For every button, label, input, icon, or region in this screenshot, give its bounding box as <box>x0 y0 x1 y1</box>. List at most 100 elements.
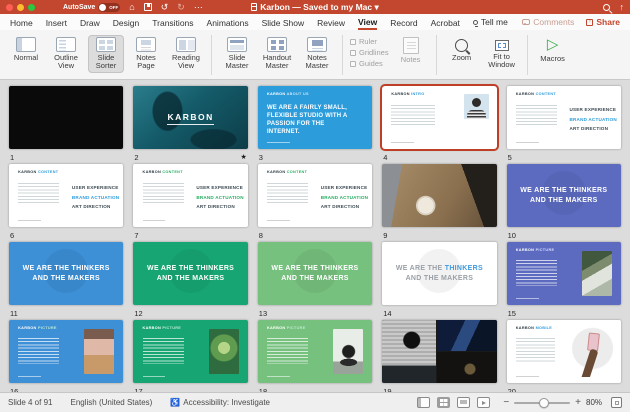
slide-6-canvas[interactable]: KARBON CONTENT USER EXPERIENCE BRAND ACT… <box>9 164 123 227</box>
close-window-button[interactable] <box>6 4 13 11</box>
slide-footer-line <box>516 376 539 377</box>
room-interior-photo <box>84 329 114 374</box>
ruler-checkbox[interactable]: Ruler <box>350 37 389 46</box>
tab-review[interactable]: Review <box>317 16 345 29</box>
reading-view-button[interactable]: Reading View <box>168 35 204 73</box>
slide-14-canvas[interactable]: WE ARE THE THINKERS AND THE MAKERS <box>382 242 496 305</box>
slide-thumbnail-11[interactable]: WE ARE THE THINKERS AND THE MAKERS 11 <box>9 242 123 318</box>
slide-8-canvas[interactable]: KARBON CONTENT USER EXPERIENCE BRAND ACT… <box>258 164 372 227</box>
slide-thumbnail-20[interactable]: KARBON MOBILE 20 <box>507 320 621 396</box>
slide-sorter-button[interactable]: Slide Sorter <box>88 35 124 73</box>
tab-record[interactable]: Record <box>390 16 417 29</box>
slide-2-canvas[interactable]: KARBON <box>133 86 247 149</box>
slide-header-topic: CONTENT <box>162 170 182 174</box>
slide-sorter-view-icon[interactable] <box>437 397 450 408</box>
comments-button[interactable]: Comments <box>522 17 574 27</box>
slide-thumbnail-13[interactable]: WE ARE THE THINKERS AND THE MAKERS 13 <box>258 242 372 318</box>
save-icon[interactable] <box>144 3 152 11</box>
slide-thumbnail-17[interactable]: KARBON PICTURE 17 <box>133 320 247 396</box>
slide-thumbnail-5[interactable]: KARBON CONTENT USER EXPERIENCE BRAND ACT… <box>507 86 621 162</box>
zoom-slider[interactable] <box>514 402 570 404</box>
language-button[interactable]: English (United States) <box>70 398 152 407</box>
slide-thumbnail-2[interactable]: KARBON 2 ★ <box>133 86 247 162</box>
zoom-slider-thumb[interactable] <box>539 398 549 408</box>
quote-text: WE ARE THE THINKERS AND THE MAKERS <box>145 264 237 282</box>
slide-18-canvas[interactable]: KARBON PICTURE <box>258 320 372 383</box>
slide-13-canvas[interactable]: WE ARE THE THINKERS AND THE MAKERS <box>258 242 372 305</box>
macros-button[interactable]: ▷ Macros <box>535 35 571 65</box>
slide-thumbnail-9[interactable]: 9 <box>382 164 496 240</box>
slide-thumbnail-18[interactable]: KARBON PICTURE 18 <box>258 320 372 396</box>
home-icon[interactable]: ⌂ <box>129 3 134 12</box>
slide-thumbnail-15[interactable]: KARBON PICTURE 15 <box>507 242 621 318</box>
search-icon[interactable] <box>603 4 610 11</box>
fit-to-window-button[interactable]: Fit to Window <box>484 35 520 72</box>
zoom-out-button[interactable]: − <box>503 398 509 408</box>
normal-view-button[interactable]: Normal <box>8 35 44 64</box>
tab-draw[interactable]: Draw <box>80 16 100 29</box>
slide-thumbnail-10[interactable]: WE ARE THE THINKERS AND THE MAKERS 10 <box>507 164 621 240</box>
outline-view-button[interactable]: Outline View <box>48 35 84 73</box>
tab-animations[interactable]: Animations <box>207 16 249 29</box>
slide-4-canvas[interactable]: KARBON INTRO <box>382 86 496 149</box>
autosave-state: OFF <box>109 5 118 10</box>
slide-7-canvas[interactable]: KARBON CONTENT USER EXPERIENCE BRAND ACT… <box>133 164 247 227</box>
slide-thumbnail-3[interactable]: KARBON ABOUT US WE ARE A FAIRLY SMALL, F… <box>258 86 372 162</box>
tab-transitions[interactable]: Transitions <box>152 16 193 29</box>
slide-thumbnail-6[interactable]: KARBON CONTENT USER EXPERIENCE BRAND ACT… <box>9 164 123 240</box>
slide-thumbnail-4[interactable]: KARBON INTRO 4 <box>382 86 496 162</box>
notes-master-button[interactable]: Notes Master <box>299 35 335 73</box>
slide-19-canvas[interactable] <box>382 320 496 383</box>
slide-9-canvas[interactable] <box>382 164 496 227</box>
slide-15-canvas[interactable]: KARBON PICTURE <box>507 242 621 305</box>
notes-page-button[interactable]: Notes Page <box>128 35 164 73</box>
tab-view[interactable]: View <box>358 15 377 30</box>
tell-me-button[interactable]: Tell me <box>473 17 508 27</box>
slide-3-canvas[interactable]: KARBON ABOUT US WE ARE A FAIRLY SMALL, F… <box>258 86 372 149</box>
fullscreen-window-button[interactable] <box>28 4 35 11</box>
slideshow-view-icon[interactable] <box>477 397 490 408</box>
slide-thumbnail-1[interactable]: 1 <box>9 86 123 162</box>
slide-thumbnail-16[interactable]: KARBON PICTURE 16 <box>9 320 123 396</box>
undo-icon[interactable]: ↺ <box>161 3 169 12</box>
share-icon[interactable]: ↑ <box>620 3 625 12</box>
autosave-switch[interactable]: OFF <box>98 3 120 12</box>
slide-thumbnail-12[interactable]: WE ARE THE THINKERS AND THE MAKERS 12 <box>133 242 247 318</box>
redo-icon[interactable]: ↻ <box>177 3 185 12</box>
reading-view-icon[interactable] <box>457 397 470 408</box>
slide-thumbnail-19[interactable]: 19 <box>382 320 496 396</box>
slide-1-canvas[interactable] <box>9 86 123 149</box>
slide-thumbnail-8[interactable]: KARBON CONTENT USER EXPERIENCE BRAND ACT… <box>258 164 372 240</box>
dark-cat-photo <box>437 352 497 383</box>
slide-thumbnail-14[interactable]: WE ARE THE THINKERS AND THE MAKERS 14 <box>382 242 496 318</box>
normal-view-icon[interactable] <box>417 397 430 408</box>
handout-master-button[interactable]: Handout Master <box>259 35 295 73</box>
tab-slide-show[interactable]: Slide Show <box>262 16 305 29</box>
autosave-toggle[interactable]: AutoSave OFF <box>63 3 120 12</box>
accessibility-button[interactable]: ♿ Accessibility: Investigate <box>170 398 270 407</box>
guides-checkbox[interactable]: Guides <box>350 59 389 68</box>
zoom-in-button[interactable]: + <box>575 398 581 408</box>
slide-16-canvas[interactable]: KARBON PICTURE <box>9 320 123 383</box>
notes-button[interactable]: Notes <box>393 35 429 66</box>
slide-12-canvas[interactable]: WE ARE THE THINKERS AND THE MAKERS <box>133 242 247 305</box>
minimize-window-button[interactable] <box>17 4 24 11</box>
tab-insert[interactable]: Insert <box>46 16 67 29</box>
tab-acrobat[interactable]: Acrobat <box>431 16 460 29</box>
more-commands-icon[interactable]: ⋯ <box>194 3 203 12</box>
slide-5-canvas[interactable]: KARBON CONTENT USER EXPERIENCE BRAND ACT… <box>507 86 621 149</box>
tab-home[interactable]: Home <box>10 16 33 29</box>
slide-thumbnail-7[interactable]: KARBON CONTENT USER EXPERIENCE BRAND ACT… <box>133 164 247 240</box>
slide-20-canvas[interactable]: KARBON MOBILE <box>507 320 621 383</box>
share-button[interactable]: ↑ Share <box>586 17 620 27</box>
body-text-placeholder <box>516 260 557 286</box>
slide-11-canvas[interactable]: WE ARE THE THINKERS AND THE MAKERS <box>9 242 123 305</box>
slide-master-button[interactable]: Slide Master <box>219 35 255 73</box>
gridlines-checkbox[interactable]: Gridlines <box>350 48 389 57</box>
tab-design[interactable]: Design <box>113 16 139 29</box>
zoom-percentage[interactable]: 80% <box>586 398 606 407</box>
slide-17-canvas[interactable]: KARBON PICTURE <box>133 320 247 383</box>
zoom-button[interactable]: Zoom <box>444 35 480 64</box>
slide-10-canvas[interactable]: WE ARE THE THINKERS AND THE MAKERS <box>507 164 621 227</box>
fit-slide-to-window-button[interactable] <box>611 397 622 408</box>
